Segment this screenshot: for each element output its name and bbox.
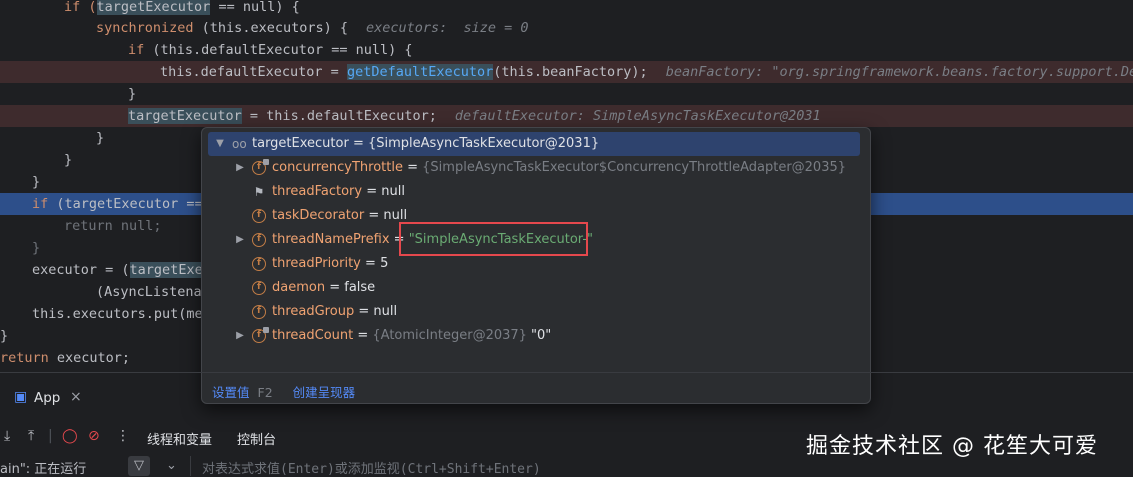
tab-console[interactable]: 控制台 [237,429,276,448]
watermark-text: 掘金技术社区 @ 花笙大可爱 [806,434,1098,459]
chevron-right-icon[interactable]: ▶ [234,156,246,180]
tree-item[interactable]: ▶ f concurrencyThrottle = {SimpleAsyncTa… [202,156,870,180]
more-icon[interactable]: ⋮ [116,428,130,444]
filter-icon[interactable]: ▽ [128,456,150,476]
code-line: synchronized (this.executors) {executors… [96,20,529,36]
chevron-down-icon[interactable]: ⌄ [166,458,177,473]
app-tab-label[interactable]: App [34,390,60,406]
separator-icon: | [48,428,53,444]
code-line: } [128,86,137,102]
tree-item[interactable]: f daemon = false [202,276,870,300]
flag-icon: ⚑ [253,185,265,199]
mute-breakpoints-icon[interactable]: ⊘ [88,428,100,444]
step-into-icon[interactable]: ⤓ [4,428,10,444]
chevron-right-icon[interactable]: ▶ [234,324,246,348]
code-line: if (targetExecutor == null) { [64,0,300,15]
tree-root-target-executor[interactable]: ▼ oo targetExecutor = {SimpleAsyncTaskEx… [208,132,860,156]
tree-item[interactable]: f threadPriority = 5 [202,252,870,276]
variable-inspector-popup[interactable]: ▼ oo targetExecutor = {SimpleAsyncTaskEx… [201,127,871,404]
separator [190,456,191,476]
evaluate-expression-input[interactable]: 对表达式求值(Enter)或添加监视(Ctrl+Shift+Enter) [202,458,541,477]
chevron-right-icon[interactable]: ▶ [234,228,246,252]
tab-threads-variables[interactable]: 线程和变量 [147,429,212,448]
tree-item[interactable]: ⚑ threadFactory = null [202,180,870,204]
view-breakpoints-icon[interactable]: ◯ [62,428,78,444]
step-out-icon[interactable]: ⤒ [28,428,34,444]
field-icon: f [252,281,266,295]
tree-item[interactable]: ▶ f threadCount = {AtomicInteger@2037} "… [202,324,870,348]
chevron-down-icon[interactable]: ▼ [214,132,226,156]
code-line: if (this.defaultExecutor == null) { [128,42,413,58]
field-icon: f [252,327,269,343]
code-line-breakpoint: targetExecutor = this.defaultExecutor; de… [0,105,1133,127]
watch-glasses-icon: oo [232,137,247,151]
field-icon: f [252,305,266,319]
highlight-annotation-box [399,222,588,256]
close-icon[interactable]: × [70,389,82,405]
run-config-tab-bar: ▣ App × [0,385,1133,415]
panel-divider [0,372,1133,373]
field-icon: f [252,233,266,247]
app-config-icon: ▣ [14,389,28,405]
field-icon: f [252,257,266,271]
tree-item[interactable]: f threadGroup = null [202,300,870,324]
thread-status-label[interactable]: ain": 正在运行 [0,458,86,477]
field-icon: f [252,159,269,175]
field-icon: f [252,209,266,223]
code-line-breakpoint: this.defaultExecutor = getDefaultExecuto… [0,61,1133,83]
